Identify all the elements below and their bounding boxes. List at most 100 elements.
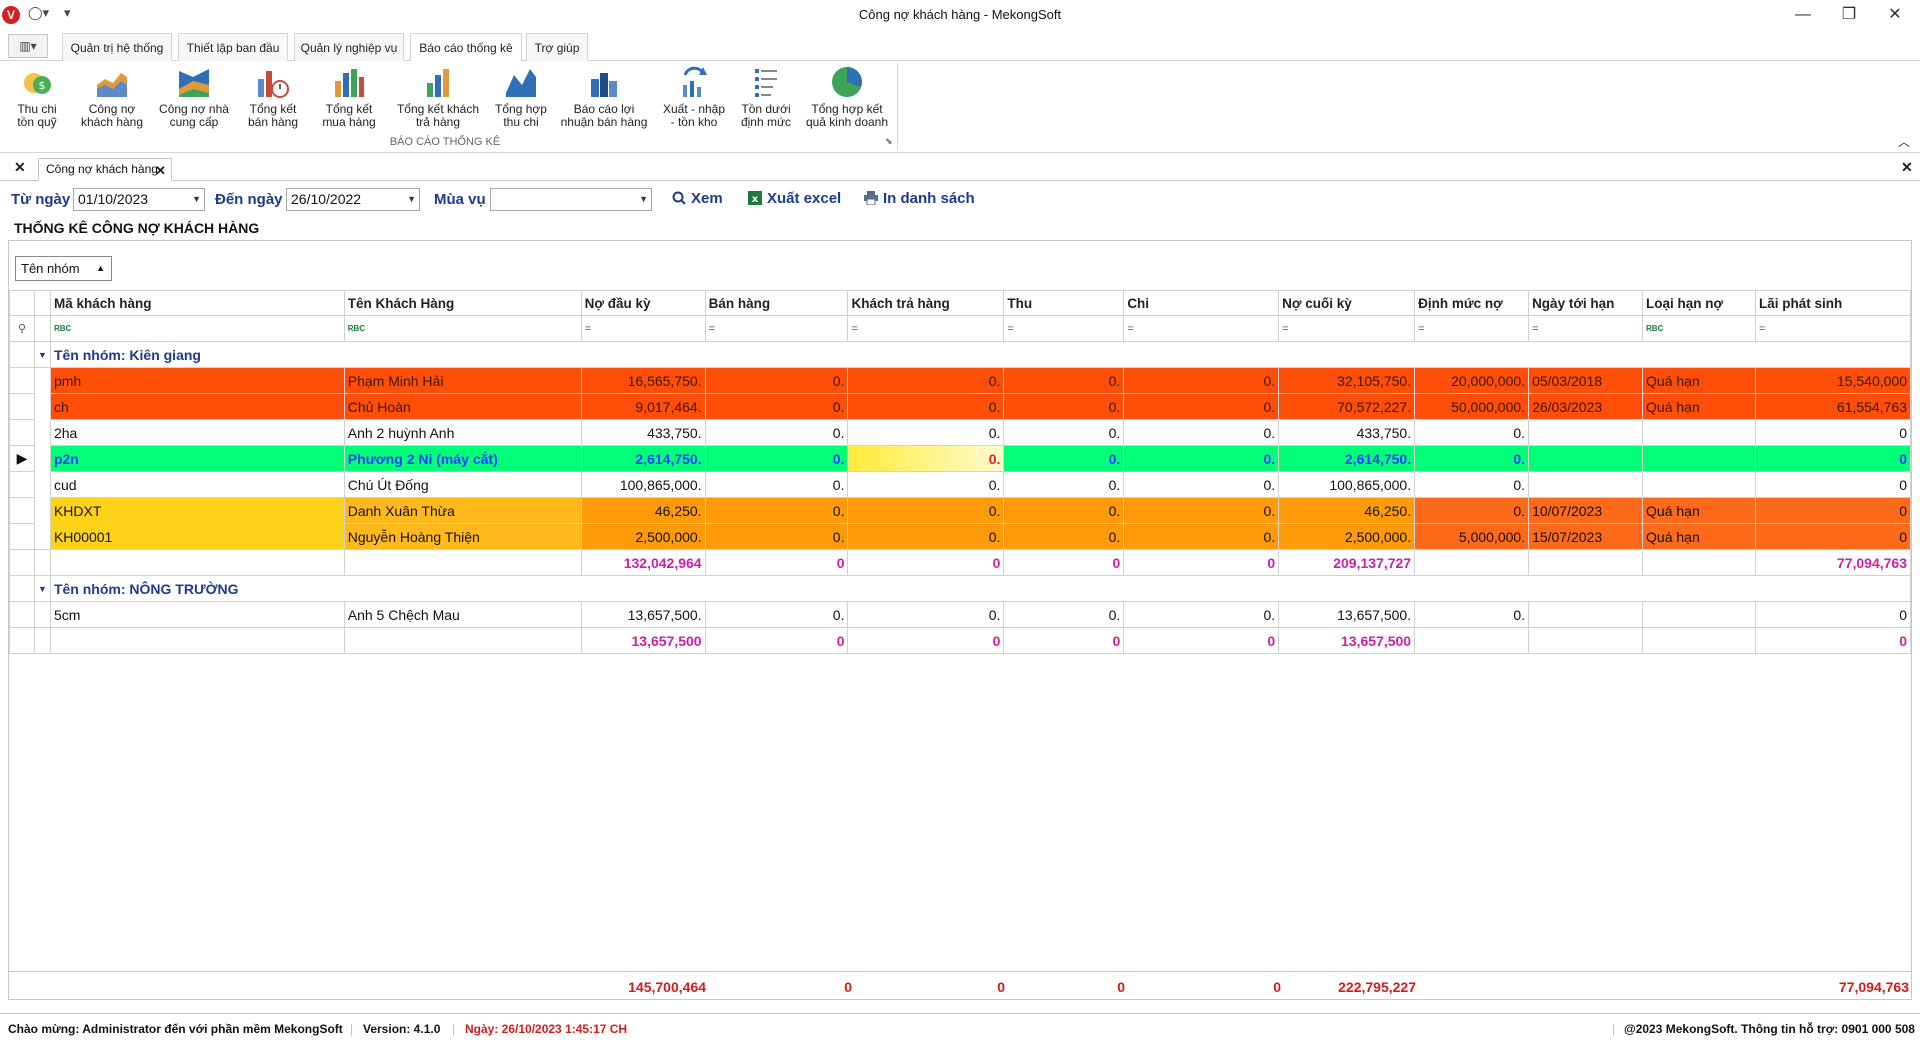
cell-ten-khach-hang[interactable]: Anh 2 huỳnh Anh <box>343 419 582 446</box>
cell-no-cuoi-ky[interactable]: 46,250. <box>1278 497 1416 524</box>
cell-no-cuoi-ky[interactable]: 32,105,750. <box>1278 367 1416 394</box>
cell-dinh-muc-no[interactable]: 0. <box>1414 601 1530 628</box>
cell-dinh-muc-no[interactable]: 5,000,000. <box>1414 523 1530 550</box>
cell-loai-han-no[interactable]: Quá hạn <box>1642 497 1756 524</box>
table-row[interactable]: cud Chú Út Đống 100,865,000. 0. 0. 0. 0. 100,86… <box>9 471 1912 498</box>
ribbon-btn-cong-no-khach-hang[interactable]: Công nợ khách hàng <box>74 65 150 129</box>
chevron-down-icon[interactable]: ▼ <box>639 189 648 210</box>
cell-dinh-muc-no[interactable]: 0. <box>1414 497 1530 524</box>
close-all-tabs-icon[interactable]: ✕ <box>14 159 26 176</box>
filter-cell-ten-khach-hang[interactable]: RBC <box>343 315 582 342</box>
cell-lai-phat-sinh[interactable]: 15,540,000 <box>1754 367 1912 394</box>
cell-ma-khach-hang[interactable]: ch <box>49 393 345 420</box>
cell-ngay-toi-han[interactable]: 15/07/2023 <box>1528 523 1644 550</box>
ribbon-btn-xuat-nhap-ton-kho[interactable]: Xuất - nhập - tồn kho <box>656 65 732 129</box>
ribbon-btn-bao-cao-loi-nhuan[interactable]: Báo cáo lợi nhuận bán hàng <box>556 65 652 129</box>
cell-lai-phat-sinh[interactable]: 0 <box>1754 523 1912 550</box>
cell-khach-tra-hang[interactable]: 0. <box>847 393 1005 420</box>
table-row[interactable]: ch Chủ Hoàn 9,017,464. 0. 0. 0. 0. 70,572,227. 5… <box>9 393 1912 420</box>
column-header-thu[interactable]: Thu <box>1003 290 1125 316</box>
column-header-no-cuoi-ky[interactable]: Nợ cuối kỳ <box>1278 290 1416 316</box>
cell-ban-hang[interactable]: 0. <box>704 445 849 472</box>
cell-chi[interactable]: 0. <box>1123 445 1280 472</box>
cell-ngay-toi-han[interactable]: 05/03/2018 <box>1528 367 1644 394</box>
cell-khach-tra-hang[interactable]: 0. <box>847 523 1005 550</box>
column-header-khach-tra-hang[interactable]: Khách trả hàng <box>847 290 1005 316</box>
cell-chi[interactable]: 0. <box>1123 471 1280 498</box>
filter-cell-thu[interactable]: = <box>1003 315 1125 342</box>
ribbon-btn-cong-no-nha-cung-cap[interactable]: Công nợ nhà cung cấp <box>154 65 234 129</box>
close-button[interactable]: ✕ <box>1872 2 1918 28</box>
view-button[interactable]: Xem <box>672 190 723 207</box>
cell-ten-khach-hang[interactable]: Nguyễn Hoàng Thiện <box>343 523 582 550</box>
cell-no-dau-ky[interactable]: 2,614,750. <box>580 445 706 472</box>
cell-chi[interactable]: 0. <box>1123 393 1280 420</box>
cell-no-cuoi-ky[interactable]: 2,614,750. <box>1278 445 1416 472</box>
cell-ban-hang[interactable]: 0. <box>704 393 849 420</box>
cell-dinh-muc-no[interactable]: 50,000,000. <box>1414 393 1530 420</box>
cell-khach-tra-hang[interactable]: 0. <box>847 471 1005 498</box>
cell-no-dau-ky[interactable]: 16,565,750. <box>580 367 706 394</box>
filter-cell-lai-phat-sinh[interactable]: = <box>1754 315 1912 342</box>
collapse-ribbon-icon[interactable]: ︿ <box>1898 133 1910 150</box>
cell-loai-han-no[interactable] <box>1642 601 1756 628</box>
ribbon-btn-tong-hop-thu-chi[interactable]: Tổng hợp thu chi <box>490 65 552 129</box>
column-header-ngay-toi-han[interactable]: Ngày tới hạn <box>1528 290 1644 316</box>
collapse-toggle-icon[interactable]: ▼ <box>33 341 51 368</box>
group-header-row[interactable]: ▼ Tên nhóm: Kiên giang <box>9 341 1912 368</box>
cell-thu[interactable]: 0. <box>1003 367 1125 394</box>
cell-ban-hang[interactable]: 0. <box>704 523 849 550</box>
group-expand-icon[interactable]: ⬊ <box>885 136 893 147</box>
chevron-down-icon[interactable]: ▼ <box>192 189 201 210</box>
group-by-chip[interactable]: Tên nhóm ▲ <box>15 256 112 281</box>
cell-lai-phat-sinh[interactable]: 0 <box>1754 419 1912 446</box>
cell-thu[interactable]: 0. <box>1003 497 1125 524</box>
sort-asc-icon[interactable]: ▲ <box>96 257 105 280</box>
cell-no-dau-ky[interactable]: 9,017,464. <box>580 393 706 420</box>
cell-no-dau-ky[interactable]: 2,500,000. <box>580 523 706 550</box>
cell-ma-khach-hang[interactable]: p2n <box>49 445 345 472</box>
cell-loai-han-no[interactable]: Quá hạn <box>1642 523 1756 550</box>
cell-no-cuoi-ky[interactable]: 13,657,500. <box>1278 601 1416 628</box>
cell-khach-tra-hang[interactable]: 0. <box>847 497 1005 524</box>
cell-ten-khach-hang[interactable]: Danh Xuân Thừa <box>343 497 582 524</box>
table-row[interactable]: KHDXT Danh Xuân Thừa 46,250. 0. 0. 0. 0. 46,250… <box>9 497 1912 524</box>
cell-ma-khach-hang[interactable]: cud <box>49 471 345 498</box>
minimize-button[interactable]: — <box>1780 2 1826 28</box>
group-header-row[interactable]: ▼ Tên nhóm: NÔNG TRƯỜNG <box>9 575 1912 602</box>
cell-chi[interactable]: 0. <box>1123 523 1280 550</box>
cell-no-cuoi-ky[interactable]: 2,500,000. <box>1278 523 1416 550</box>
cell-lai-phat-sinh[interactable]: 0 <box>1754 497 1912 524</box>
cell-ngay-toi-han[interactable] <box>1528 471 1644 498</box>
tab-tro-giup[interactable]: Trợ giúp <box>526 33 588 61</box>
column-header-ban-hang[interactable]: Bán hàng <box>704 290 849 316</box>
ribbon-btn-ton-duoi-dinh-muc[interactable]: Tồn dưới định mức <box>736 65 796 129</box>
cell-no-dau-ky[interactable]: 433,750. <box>580 419 706 446</box>
cell-ngay-toi-han[interactable]: 10/07/2023 <box>1528 497 1644 524</box>
cell-no-cuoi-ky[interactable]: 100,865,000. <box>1278 471 1416 498</box>
close-document-icon[interactable]: ✕ <box>1901 159 1913 176</box>
cell-no-cuoi-ky[interactable]: 70,572,227. <box>1278 393 1416 420</box>
cell-khach-tra-hang[interactable]: 0. <box>847 445 1005 472</box>
cell-lai-phat-sinh[interactable]: 61,554,763 <box>1754 393 1912 420</box>
cell-dinh-muc-no[interactable]: 20,000,000. <box>1414 367 1530 394</box>
filter-cell-dinh-muc-no[interactable]: = <box>1414 315 1530 342</box>
cell-ngay-toi-han[interactable] <box>1528 419 1644 446</box>
filter-cell-khach-tra-hang[interactable]: = <box>847 315 1005 342</box>
chevron-down-icon[interactable]: ▼ <box>407 189 416 210</box>
column-header-ten-khach-hang[interactable]: Tên Khách Hàng <box>343 290 582 316</box>
cell-ban-hang[interactable]: 0. <box>704 497 849 524</box>
filter-cell-ban-hang[interactable]: = <box>704 315 849 342</box>
cell-chi[interactable]: 0. <box>1123 419 1280 446</box>
filter-cell-ngay-toi-han[interactable]: = <box>1528 315 1644 342</box>
cell-dinh-muc-no[interactable]: 0. <box>1414 419 1530 446</box>
cell-chi[interactable]: 0. <box>1123 601 1280 628</box>
ribbon-btn-tong-ket-khach-tra-hang[interactable]: Tổng kết khách trả hàng <box>390 65 486 129</box>
cell-lai-phat-sinh[interactable]: 0 <box>1754 471 1912 498</box>
cell-no-dau-ky[interactable]: 46,250. <box>580 497 706 524</box>
restore-button[interactable]: ❐ <box>1826 2 1872 28</box>
table-row[interactable]: KH00001 Nguyễn Hoàng Thiện 2,500,000. 0. 0. 0… <box>9 523 1912 550</box>
filter-cell-chi[interactable]: = <box>1123 315 1280 342</box>
app-menu-button[interactable]: ▥▾ <box>8 34 48 58</box>
column-header-chi[interactable]: Chi <box>1123 290 1280 316</box>
